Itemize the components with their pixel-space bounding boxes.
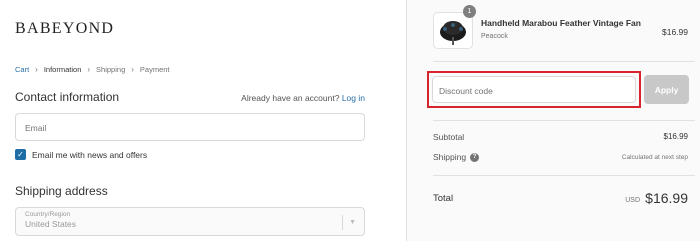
question-circle-icon[interactable]: ? — [470, 152, 480, 162]
divider — [433, 61, 695, 62]
feather-fan-image — [440, 21, 466, 45]
breadcrumb-shipping: Shipping — [96, 65, 126, 74]
apply-button[interactable]: Apply — [644, 75, 689, 104]
product-variant: Peacock — [481, 33, 508, 40]
checkmark-icon[interactable]: ✓ — [15, 149, 26, 160]
shipping-address-title: Shipping address — [15, 184, 108, 198]
store-logo[interactable]: BABEYOND — [15, 20, 114, 38]
contact-information-title: Contact information — [15, 90, 120, 104]
country-value: United States — [25, 219, 77, 229]
total-amount: $16.99 — [645, 190, 688, 206]
breadcrumb-payment: Payment — [139, 65, 170, 74]
account-prompt-text: Already have an account? — [241, 93, 340, 103]
checkout-main: BABEYOND Cart › Information › Shipping ›… — [0, 0, 406, 241]
discount-placeholder: Discount code — [439, 86, 493, 96]
breadcrumb: Cart › Information › Shipping › Payment — [15, 65, 170, 74]
breadcrumb-information: Information — [43, 65, 82, 74]
country-select[interactable]: Country/Region United States ▼ — [15, 207, 365, 236]
chevron-right-icon: › — [87, 65, 91, 74]
shipping-value: Calculated at next step — [621, 154, 688, 161]
country-label: Country/Region — [25, 211, 71, 218]
email-field[interactable]: Email — [15, 113, 365, 141]
discount-code-input[interactable]: Discount code — [432, 76, 636, 103]
chevron-right-icon: › — [35, 65, 38, 74]
newsletter-label: Email me with news and offers — [32, 149, 148, 160]
quantity-badge: 1 — [463, 5, 476, 18]
order-summary: 1 Handheld Marabou Feather Vintage Fan P… — [406, 0, 700, 241]
subtotal-value: $16.99 — [663, 132, 688, 141]
product-name: Handheld Marabou Feather Vintage Fan — [481, 18, 641, 28]
account-prompt: Already have an account? Log in — [241, 93, 365, 103]
breadcrumb-cart[interactable]: Cart — [15, 65, 29, 74]
newsletter-checkbox-row[interactable]: ✓ Email me with news and offers — [15, 149, 147, 160]
total-currency: USD — [625, 197, 640, 204]
divider — [433, 175, 695, 176]
login-link[interactable]: Log in — [342, 93, 365, 103]
divider — [433, 120, 695, 121]
product-price: $16.99 — [662, 27, 688, 37]
discount-highlight: Discount code — [427, 71, 641, 108]
email-placeholder: Email — [25, 123, 47, 133]
subtotal-label: Subtotal — [433, 132, 465, 142]
shipping-label: Shipping — [433, 152, 467, 162]
chevron-right-icon: › — [131, 65, 134, 74]
chevron-down-icon: ▼ — [342, 215, 356, 230]
total-label: Total — [433, 193, 454, 204]
shipping-label-row: Shipping ? — [433, 152, 480, 162]
